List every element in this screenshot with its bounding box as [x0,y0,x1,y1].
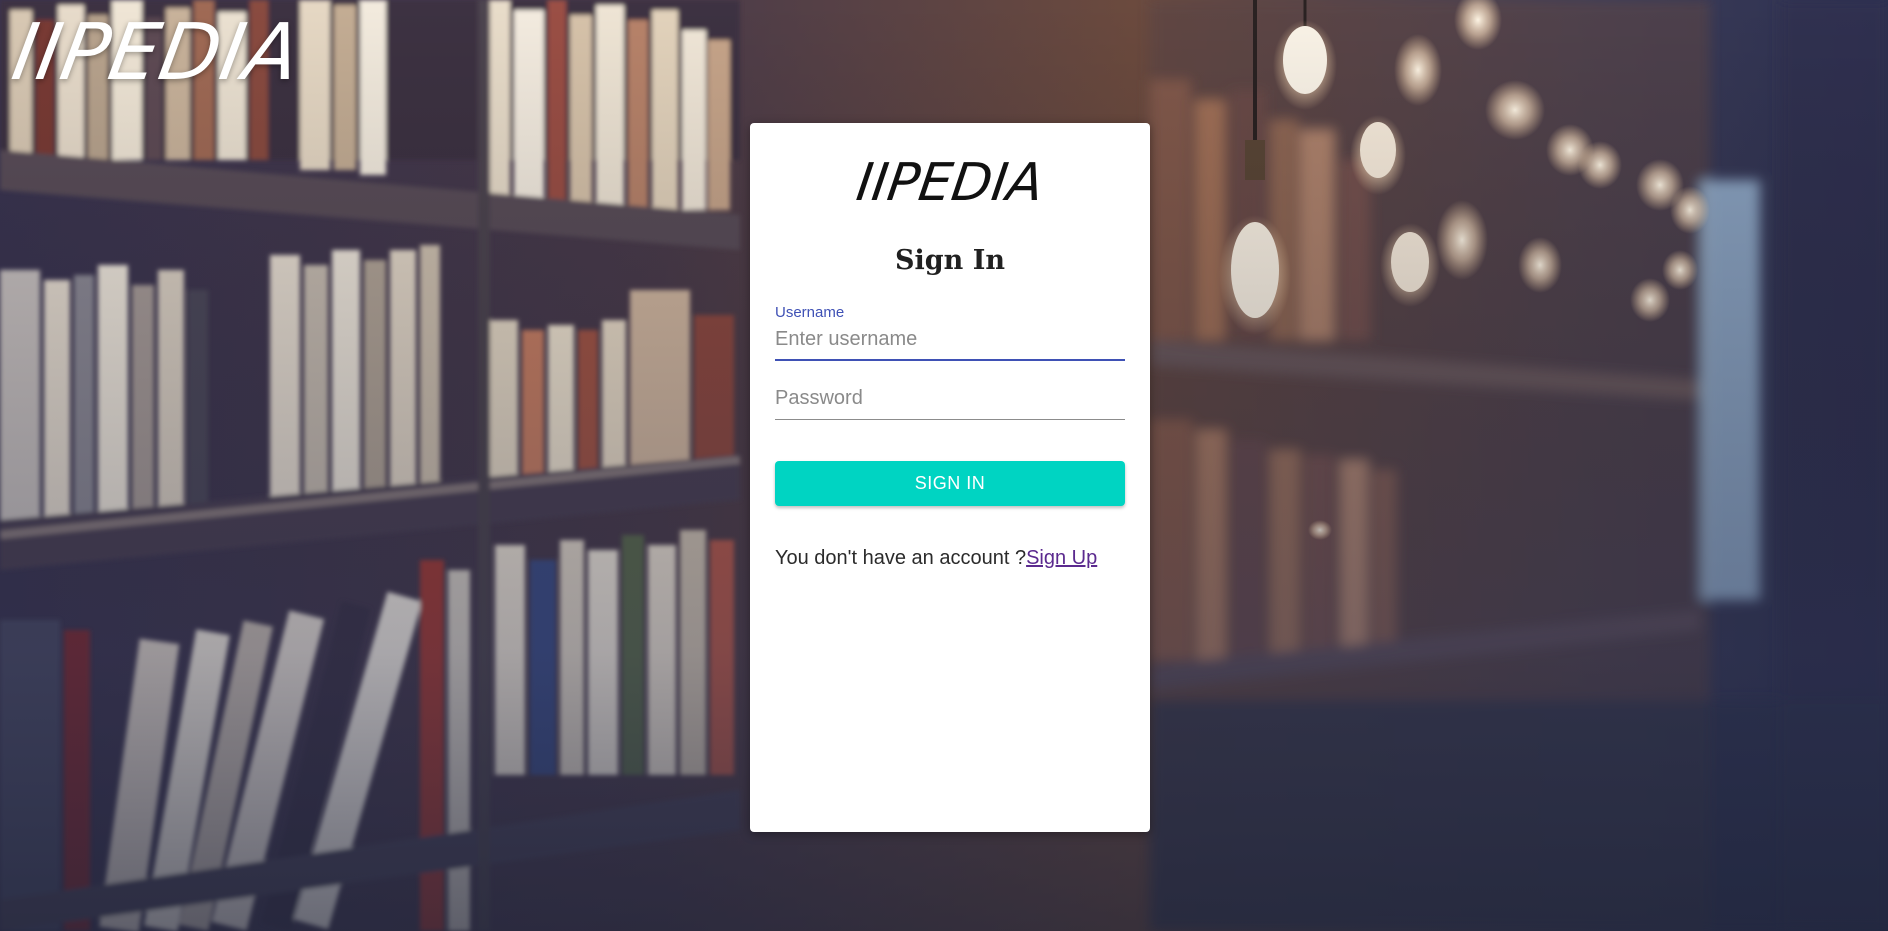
username-input[interactable] [775,322,1125,361]
password-field [775,381,1125,420]
login-page: IIPEDIA IIPEDIA Sign In Username SIGN IN… [0,0,1888,931]
sign-in-button[interactable]: SIGN IN [775,461,1125,506]
username-label: Username [775,304,845,321]
username-field: Username [775,304,1125,361]
account-prompt-text: You don't have an account ? [775,547,1027,569]
brand-logo[interactable]: IIPEDIA [6,8,308,98]
signup-prompt: You don't have an account ?Sign Up [775,547,1097,570]
card-logo: IIPEDIA [852,153,1048,213]
password-input[interactable] [775,381,1125,420]
sign-in-title: Sign In [895,245,1005,276]
login-card: IIPEDIA Sign In Username SIGN IN You don… [750,123,1150,832]
sign-up-link[interactable]: Sign Up [1026,547,1097,569]
